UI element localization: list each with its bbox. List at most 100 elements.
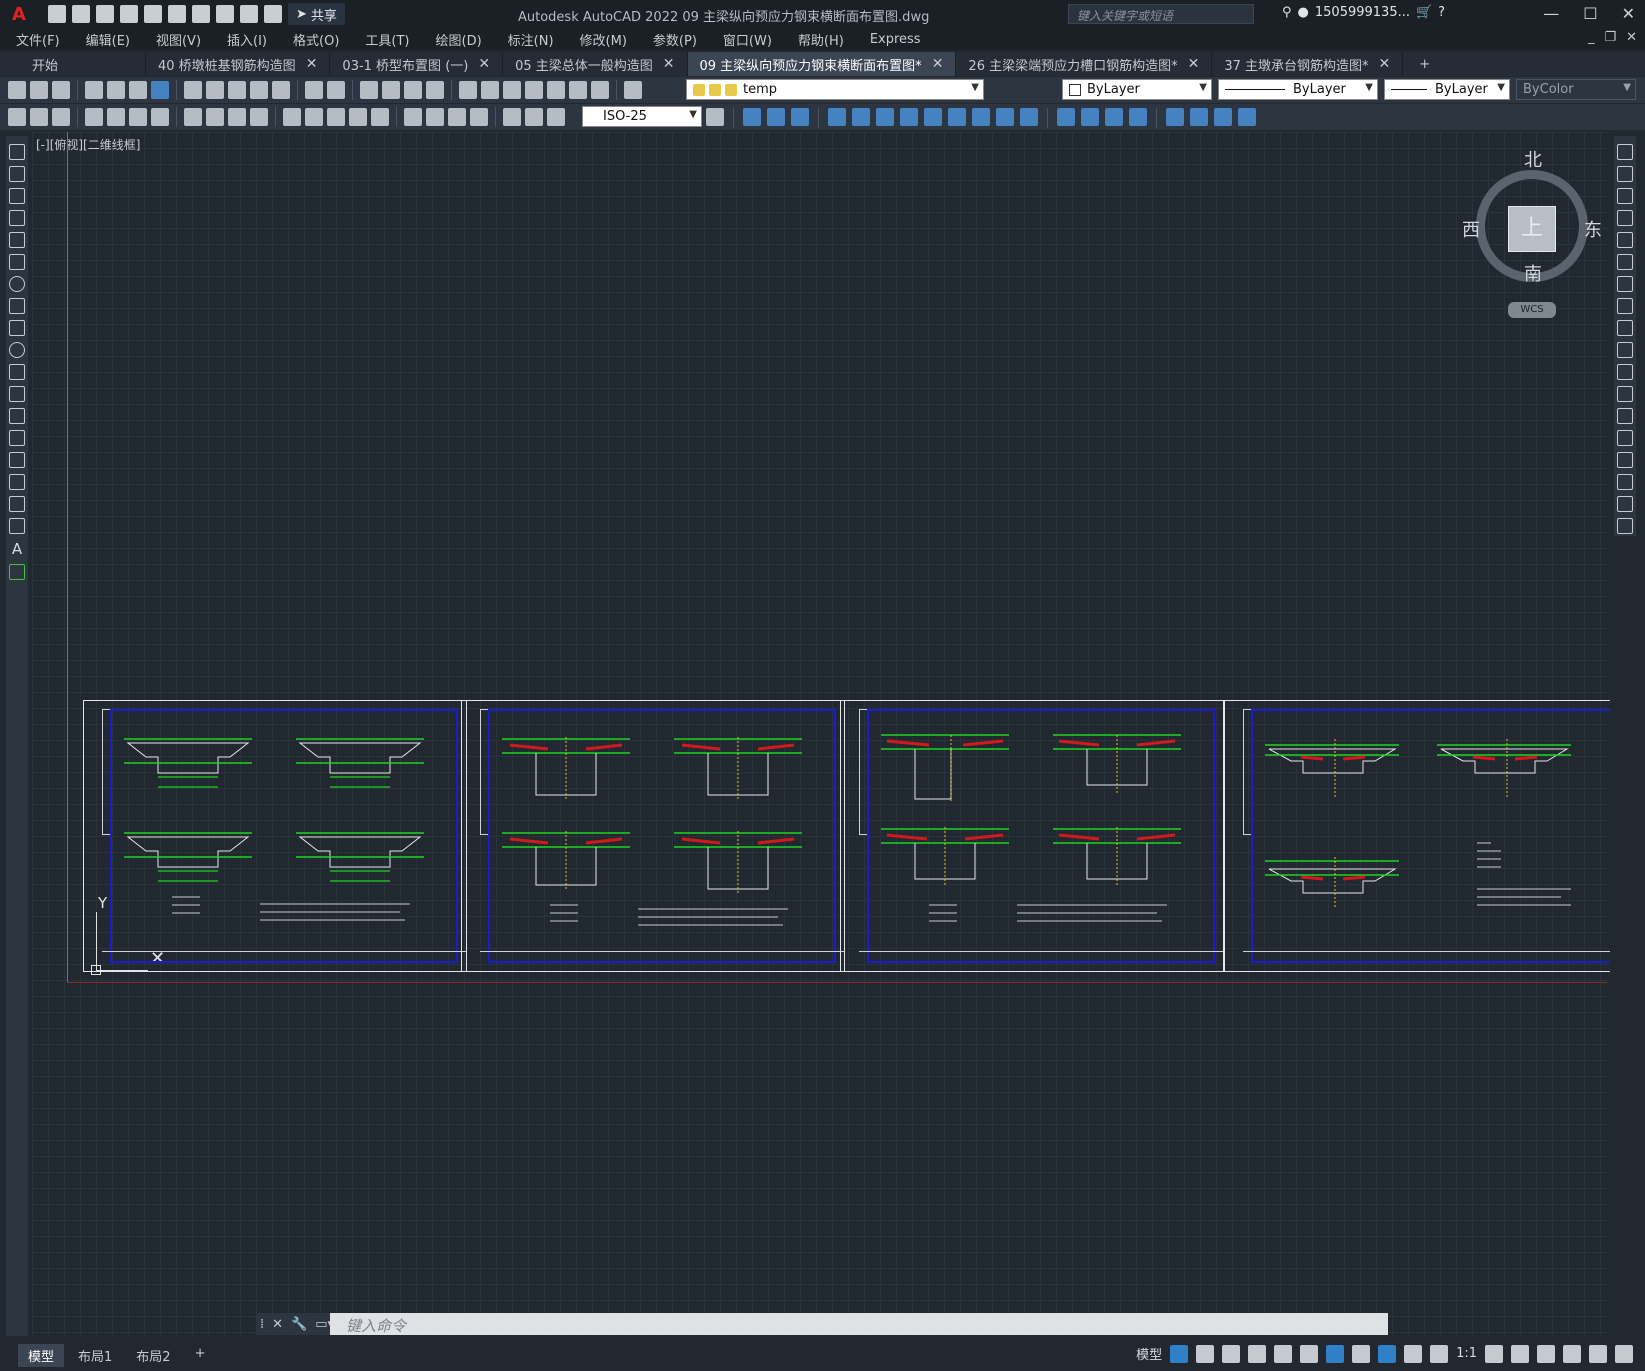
open-web-icon[interactable] <box>144 5 162 23</box>
calculator-icon[interactable] <box>569 81 587 99</box>
plot-icon[interactable] <box>85 81 103 99</box>
menu-window[interactable]: 窗口(W) <box>723 30 772 49</box>
grid-icon[interactable] <box>1170 1344 1189 1363</box>
array-icon[interactable] <box>1617 232 1633 248</box>
undo-icon[interactable] <box>305 81 323 99</box>
fillet-icon[interactable] <box>1617 474 1633 490</box>
mirror-icon[interactable] <box>1617 188 1633 204</box>
dim-text-edit-icon[interactable] <box>525 108 543 126</box>
menu-tools[interactable]: 工具(T) <box>365 30 409 49</box>
tab-file[interactable]: 05 主梁总体一般构造图 ✕ <box>503 52 688 76</box>
viewcube[interactable]: 北 上 西 东 南 WCS <box>1462 146 1602 318</box>
tab-model[interactable]: 模型 <box>18 1344 65 1367</box>
menu-view[interactable]: 视图(V) <box>156 30 201 49</box>
isodraft-icon[interactable] <box>1274 1344 1293 1363</box>
draworder-above-icon[interactable] <box>1214 108 1232 126</box>
dim-angle-icon[interactable] <box>250 108 268 126</box>
copy-object-icon[interactable] <box>743 108 761 126</box>
paste-icon[interactable] <box>228 81 246 99</box>
match-properties-icon[interactable] <box>250 81 268 99</box>
dim-arc-length-icon[interactable] <box>129 108 147 126</box>
tab-file[interactable]: 37 主墩承台钢筋构造图* ✕ <box>1212 52 1404 76</box>
blend-curves-icon[interactable] <box>1617 496 1633 512</box>
drawing-sheet-3[interactable] <box>840 700 1224 972</box>
trim-icon[interactable] <box>1617 342 1633 358</box>
tab-file[interactable]: 03-1 桥型布置图 (一) ✕ <box>330 52 504 76</box>
stretch-icon[interactable] <box>1617 320 1633 336</box>
open-icon[interactable] <box>30 81 48 99</box>
preview-icon[interactable] <box>107 81 125 99</box>
blend-icon[interactable] <box>1105 108 1123 126</box>
lineweight-dropdown[interactable]: ByLayer ▼ <box>1384 79 1510 100</box>
viewcube-south[interactable]: 南 <box>1524 260 1542 286</box>
construction-line-icon[interactable] <box>9 166 25 182</box>
menu-format[interactable]: 格式(O) <box>293 30 339 49</box>
copy-icon[interactable] <box>1617 166 1633 182</box>
layer-dropdown[interactable]: temp ▼ <box>686 79 984 100</box>
command-grip-icon[interactable]: ⁞ <box>260 1317 264 1332</box>
redo-icon[interactable] <box>240 5 258 23</box>
close-tab-icon[interactable]: ✕ <box>932 56 944 72</box>
center-mark-icon[interactable] <box>426 108 444 126</box>
sheet-set-icon[interactable] <box>525 81 543 99</box>
menu-edit[interactable]: 编辑(E) <box>86 30 130 49</box>
wcs-menu-button[interactable]: WCS <box>1508 302 1556 318</box>
viewcube-top-face[interactable]: 上 <box>1508 206 1556 252</box>
menu-draw[interactable]: 绘图(D) <box>436 30 482 49</box>
polyline-icon[interactable] <box>9 188 25 204</box>
dim-continue-icon[interactable] <box>327 108 345 126</box>
command-input[interactable]: 键入命令 <box>330 1313 1388 1335</box>
customize-dropdown-icon[interactable] <box>264 5 282 23</box>
dim-space-icon[interactable] <box>349 108 367 126</box>
cart-icon[interactable]: 🛒 <box>1416 5 1432 20</box>
ellipse-icon[interactable] <box>9 342 25 358</box>
help-icon[interactable]: ? <box>1438 5 1445 20</box>
save-icon[interactable] <box>96 5 114 23</box>
auto-scale-icon[interactable] <box>1404 1344 1423 1363</box>
tolerance-icon[interactable] <box>404 108 422 126</box>
maximize-button[interactable]: ☐ <box>1583 4 1597 23</box>
rotate-icon[interactable] <box>876 108 894 126</box>
line-icon[interactable] <box>9 144 25 160</box>
ellipse-arc-icon[interactable] <box>9 364 25 380</box>
copy-icon[interactable] <box>206 81 224 99</box>
markup-icon[interactable] <box>547 81 565 99</box>
gradient-icon[interactable] <box>9 474 25 490</box>
dim-arc-icon[interactable] <box>52 108 70 126</box>
search-icon[interactable]: ⚲ <box>1282 5 1292 20</box>
customize-wrench-icon[interactable]: 🔧 <box>291 1317 307 1332</box>
extend-icon[interactable] <box>1617 364 1633 380</box>
customization-menu-icon[interactable] <box>1615 1344 1633 1363</box>
break-icon[interactable] <box>996 108 1014 126</box>
menu-modify[interactable]: 修改(M) <box>580 30 627 49</box>
zoom-window-icon[interactable] <box>404 81 422 99</box>
chamfer-icon[interactable] <box>1617 452 1633 468</box>
add-selected-icon[interactable] <box>9 564 25 580</box>
viewport-controls[interactable]: [-][俯视][二维线框] <box>36 136 140 153</box>
new-tab-button[interactable]: + <box>1403 52 1446 76</box>
region-icon[interactable] <box>9 496 25 512</box>
dim-style-icon[interactable] <box>706 108 724 126</box>
quick-dim-icon[interactable] <box>283 108 301 126</box>
3d-dwf-icon[interactable] <box>151 81 169 99</box>
dimstyle-dropdown[interactable]: ISO-25 ▼ <box>582 106 702 127</box>
rotate-icon[interactable] <box>1617 276 1633 292</box>
multiline-text-icon[interactable]: A <box>12 540 22 558</box>
tab-layout1[interactable]: 布局1 <box>68 1344 122 1367</box>
menu-parametric[interactable]: 参数(P) <box>653 30 697 49</box>
close-tab-icon[interactable]: ✕ <box>1379 56 1391 72</box>
drawing-sheet-2[interactable] <box>461 700 845 972</box>
mirror-icon[interactable] <box>767 108 785 126</box>
dim-edit-icon[interactable] <box>503 108 521 126</box>
stretch-icon[interactable] <box>924 108 942 126</box>
drawing-sheet-4[interactable] <box>1224 700 1610 972</box>
drawing-sheet-1[interactable] <box>83 700 467 972</box>
block-editor-icon[interactable] <box>272 81 290 99</box>
draworder-back-icon[interactable] <box>1190 108 1208 126</box>
move-icon[interactable] <box>1617 254 1633 270</box>
explode-icon[interactable] <box>1129 108 1147 126</box>
fillet-icon[interactable] <box>1081 108 1099 126</box>
menu-dimension[interactable]: 标注(N) <box>508 30 554 49</box>
explode-icon[interactable] <box>1617 518 1633 534</box>
object-snap-icon[interactable] <box>1326 1344 1345 1363</box>
